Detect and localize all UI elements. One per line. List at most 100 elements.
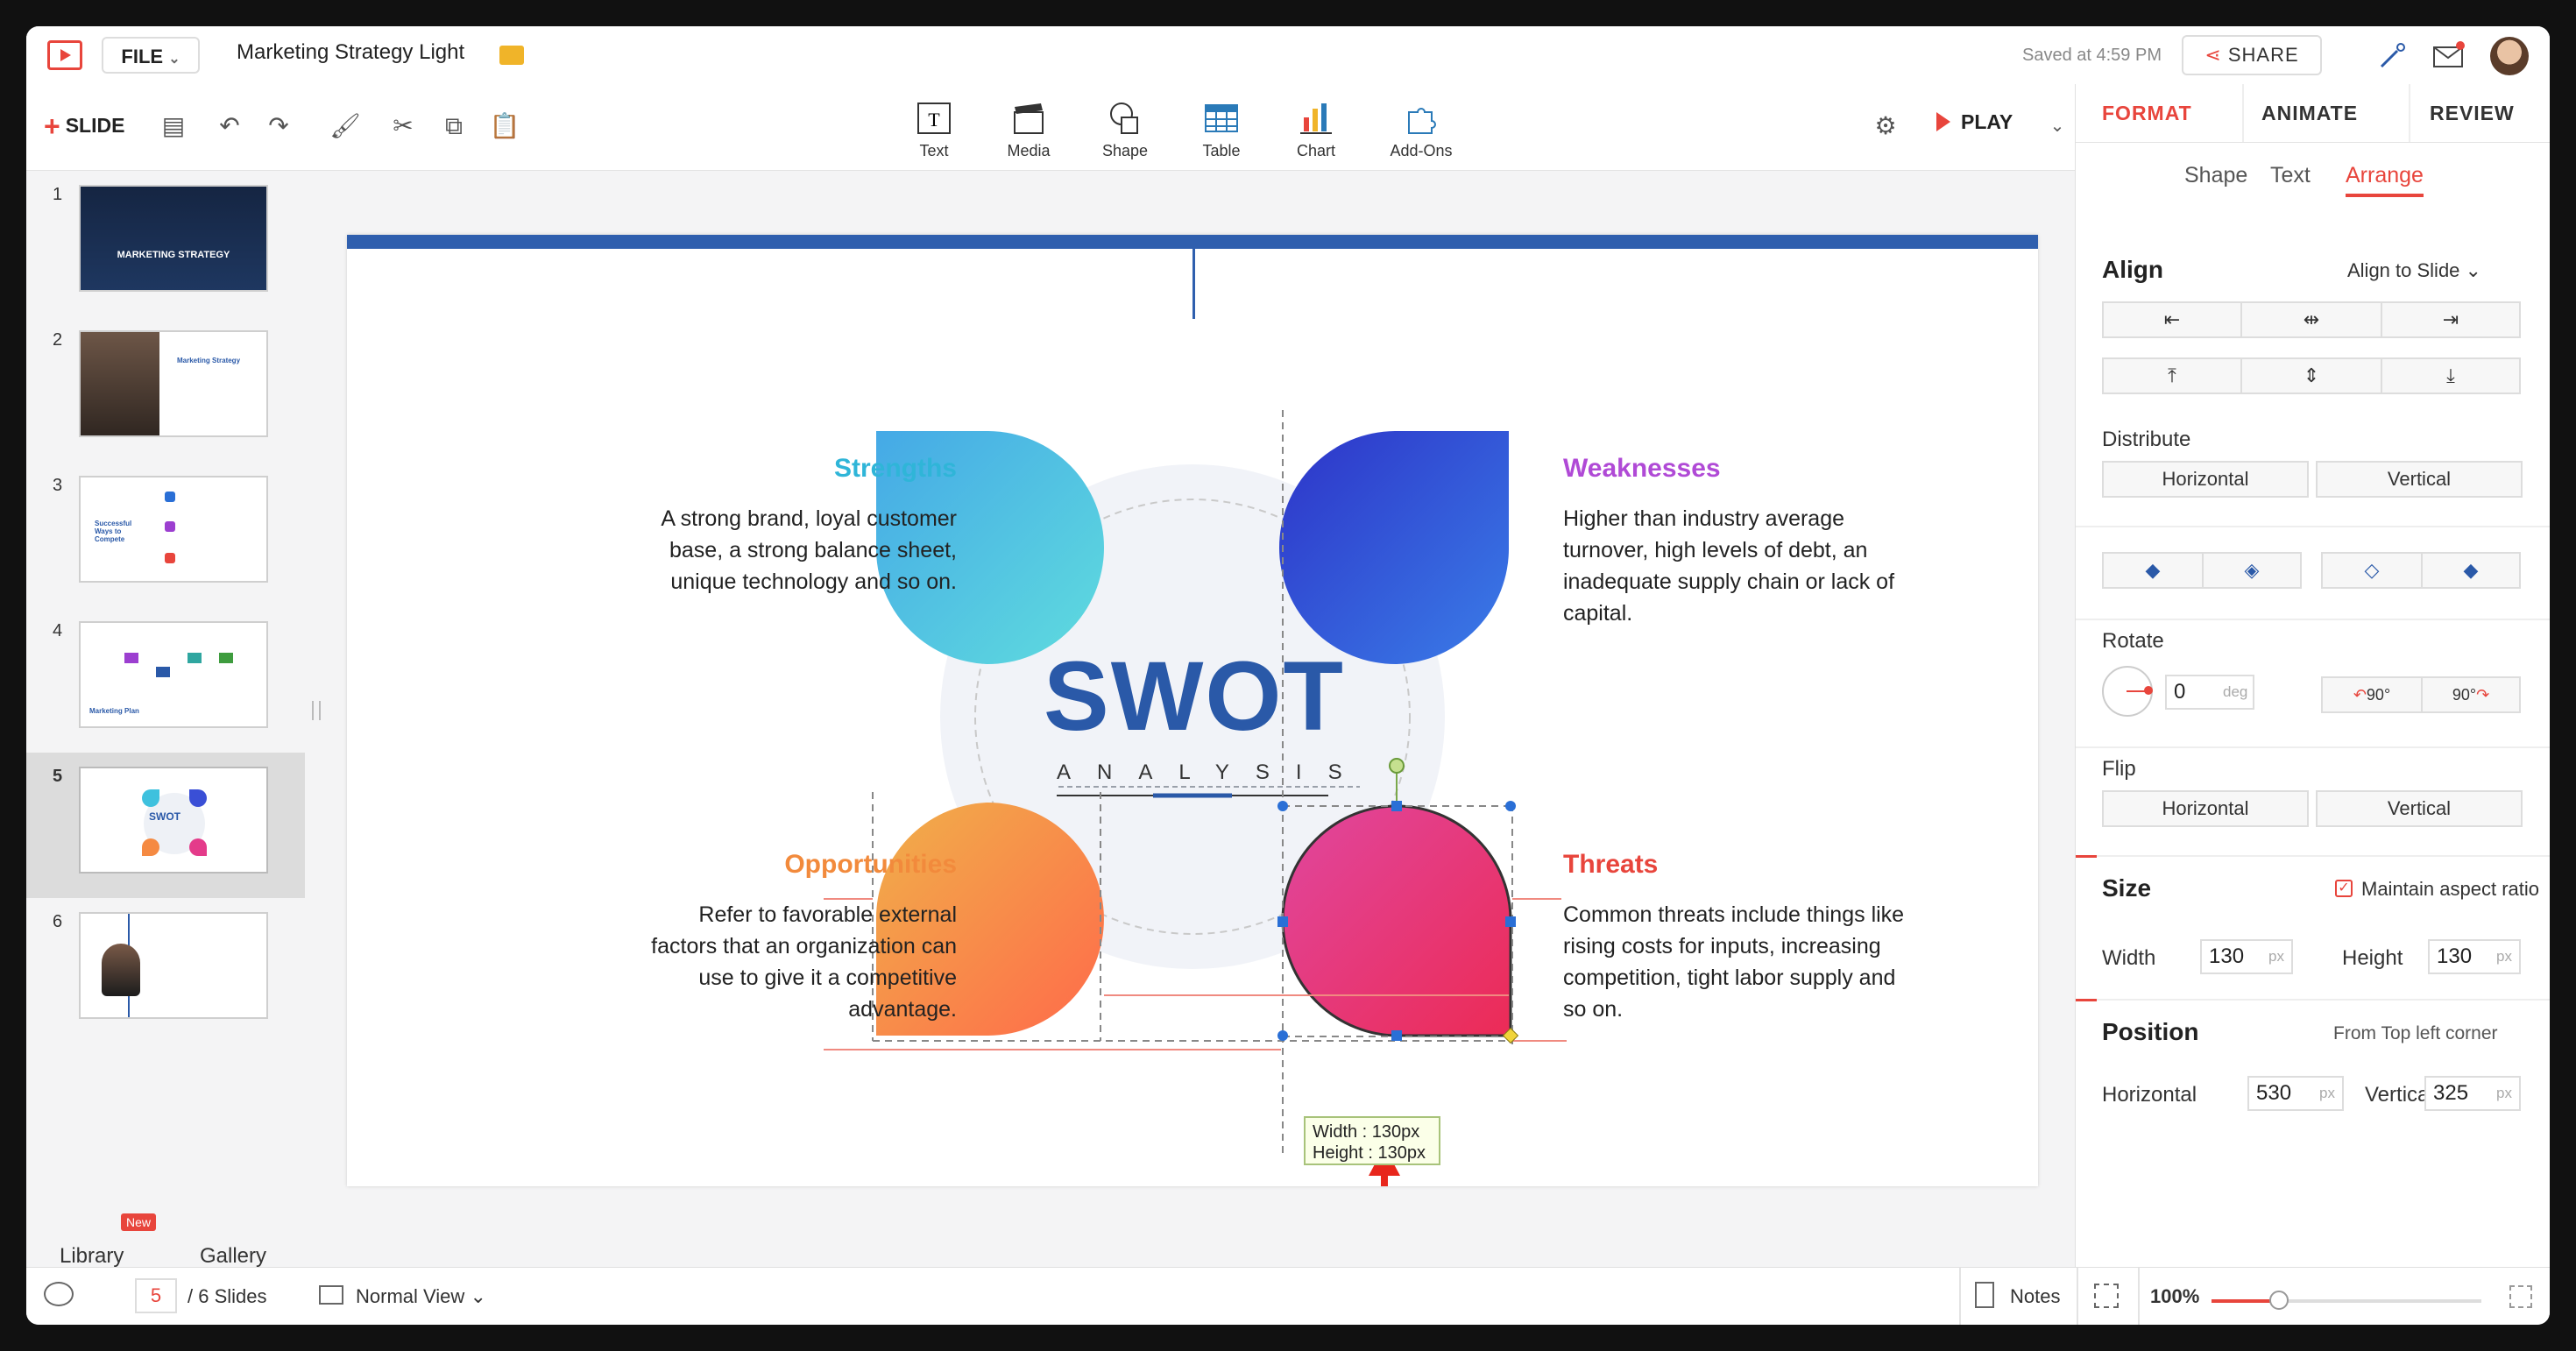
table-icon [1205, 104, 1238, 132]
slide-number: 1 [53, 185, 63, 204]
panel-resize-handle[interactable] [312, 701, 321, 720]
title-bar: FILE ⌄ Marketing Strategy Light Saved at… [26, 26, 2550, 84]
position-section-title: Position [2102, 1018, 2199, 1045]
rotate-ccw-button[interactable]: ↶90° [2321, 676, 2423, 713]
add-slide-button[interactable]: + SLIDE [44, 110, 124, 143]
slide-thumbnail-1[interactable]: 1 MARKETING STRATEGY [26, 171, 305, 316]
copy-icon[interactable]: ⧉ [438, 110, 470, 142]
align-section-title: Align [2102, 256, 2163, 283]
cut-icon[interactable]: ✂ [387, 110, 419, 142]
settings-gear-icon[interactable]: ⚙ [1870, 110, 1901, 142]
align-right-button[interactable]: ⇥ [2381, 301, 2521, 338]
undo-icon[interactable]: ↶ [214, 110, 245, 142]
bring-to-front-button[interactable]: ◈ [2202, 552, 2302, 589]
thumbnail-caption: Marketing Strategy [177, 357, 241, 364]
fullscreen-icon[interactable] [2509, 1285, 2532, 1308]
view-mode-dropdown[interactable]: Normal View ⌄ [356, 1285, 486, 1308]
folder-icon[interactable] [499, 46, 524, 65]
current-page-input[interactable]: 5 [135, 1278, 177, 1313]
mail-icon[interactable] [2431, 39, 2466, 74]
insert-addons-button[interactable]: Add-Ons [1379, 100, 1463, 160]
section-marker [2076, 855, 2097, 858]
send-to-back-button[interactable]: ◆ [2421, 552, 2521, 589]
swot-subtitle[interactable]: ANALYSIS [1057, 760, 1369, 785]
position-reference: From Top left corner [2333, 1023, 2498, 1043]
notes-button[interactable]: Notes [2010, 1285, 2060, 1308]
app-logo-icon[interactable] [47, 40, 82, 70]
swot-title[interactable]: SWOT [1044, 640, 1345, 753]
layer-down-icon: ◇ [2364, 559, 2380, 581]
user-avatar[interactable] [2490, 37, 2529, 75]
fit-slide-icon[interactable] [2094, 1284, 2119, 1308]
slides-panel: 1 MARKETING STRATEGY 2 Marketing Strateg… [26, 171, 306, 1269]
flip-vertical-button[interactable]: Vertical [2316, 790, 2523, 827]
paste-icon[interactable]: 📋 [489, 110, 520, 142]
divider [2097, 855, 2550, 857]
gallery-tab[interactable]: Gallery [200, 1244, 266, 1269]
insert-chart-button[interactable]: Chart [1274, 100, 1358, 160]
flip-horizontal-button[interactable]: Horizontal [2102, 790, 2309, 827]
opportunities-text[interactable]: Refer to favorable external factors that … [478, 899, 957, 1025]
maintain-aspect-checkbox[interactable]: ✓ [2335, 880, 2353, 897]
opportunities-heading[interactable]: Opportunities [680, 850, 957, 880]
weaknesses-heading[interactable]: Weaknesses [1563, 454, 1721, 484]
align-center-button[interactable]: ⇹ [2240, 301, 2382, 338]
weaknesses-text[interactable]: Higher than industry average turnover, hi… [1563, 503, 1940, 629]
align-left-button[interactable]: ⇤ [2102, 301, 2242, 338]
magic-wand-icon[interactable] [2374, 39, 2410, 74]
strengths-text[interactable]: A strong brand, loyal customer base, a st… [492, 503, 957, 598]
bring-forward-button[interactable]: ◆ [2102, 552, 2204, 589]
thumbnail-image: Successful Ways to Compete [79, 476, 268, 583]
maintain-aspect-label: Maintain aspect ratio [2361, 878, 2539, 900]
tab-format[interactable]: FORMAT [2102, 102, 2192, 125]
subtab-arrange[interactable]: Arrange [2346, 163, 2424, 197]
play-options-chevron-icon[interactable]: ⌄ [2042, 110, 2073, 142]
status-bar: 5 / 6 Slides Normal View ⌄ Notes 100% [26, 1267, 2550, 1325]
threats-text[interactable]: Common threats include things like rising… [1563, 899, 1949, 1025]
play-button[interactable]: PLAY [1936, 110, 2013, 134]
tab-animate[interactable]: ANIMATE [2261, 102, 2358, 125]
zoom-slider[interactable] [2212, 1291, 2481, 1310]
svg-text:T: T [928, 109, 940, 131]
share-button[interactable]: ⋖ SHARE [2182, 35, 2322, 75]
puzzle-icon [1408, 108, 1436, 134]
rotate-label: Rotate [2102, 629, 2164, 653]
slide-canvas[interactable]: SWOT ANALYSIS Strengths A strong brand, … [347, 235, 2038, 1186]
send-backward-button[interactable]: ◇ [2321, 552, 2423, 589]
slide-thumbnail-3[interactable]: 3 Successful Ways to Compete [26, 462, 305, 607]
redo-icon[interactable]: ↷ [263, 110, 294, 142]
zoom-slider-knob[interactable] [2269, 1291, 2289, 1310]
distribute-vertical-button[interactable]: Vertical [2316, 461, 2523, 498]
thumbnail-image [79, 912, 268, 1019]
height-unit: px [2496, 948, 2512, 965]
format-painter-icon[interactable]: 🖌 [329, 110, 361, 142]
file-menu-button[interactable]: FILE ⌄ [102, 37, 200, 74]
document-title[interactable]: Marketing Strategy Light [237, 40, 464, 65]
tab-review[interactable]: REVIEW [2430, 102, 2515, 125]
insert-text-button[interactable]: T Text [892, 100, 976, 160]
library-tab[interactable]: Library [60, 1244, 124, 1269]
subtab-shape[interactable]: Shape [2184, 163, 2247, 188]
thumbnail-image: Marketing Plan [79, 621, 268, 728]
align-to-dropdown[interactable]: Align to Slide ⌄ [2347, 259, 2481, 282]
align-bottom-button[interactable]: ⤓ [2381, 357, 2521, 394]
insert-media-button[interactable]: Media [987, 100, 1071, 160]
slide-thumbnail-5[interactable]: 5 SWOT [26, 753, 305, 898]
comments-icon[interactable] [44, 1282, 74, 1306]
rotate-dial[interactable] [2102, 666, 2153, 717]
insert-table-button[interactable]: Table [1179, 100, 1263, 160]
align-middle-button[interactable]: ⇕ [2240, 357, 2382, 394]
strengths-heading[interactable]: Strengths [694, 454, 957, 484]
slide-thumbnail-6[interactable]: 6 [26, 898, 305, 1043]
insert-shape-button[interactable]: Shape [1083, 100, 1167, 160]
layout-icon[interactable]: ▤ [158, 110, 189, 142]
slide-thumbnail-4[interactable]: 4 Marketing Plan [26, 607, 305, 753]
subtab-text[interactable]: Text [2270, 163, 2311, 188]
align-top-button[interactable]: ⤒ [2102, 357, 2242, 394]
notes-icon [1975, 1282, 1994, 1308]
position-vertical-label: Vertical [2365, 1083, 2434, 1107]
slide-thumbnail-2[interactable]: 2 Marketing Strategy [26, 316, 305, 462]
threats-heading[interactable]: Threats [1563, 850, 1658, 880]
distribute-horizontal-button[interactable]: Horizontal [2102, 461, 2309, 498]
rotate-cw-button[interactable]: 90°↷ [2421, 676, 2521, 713]
